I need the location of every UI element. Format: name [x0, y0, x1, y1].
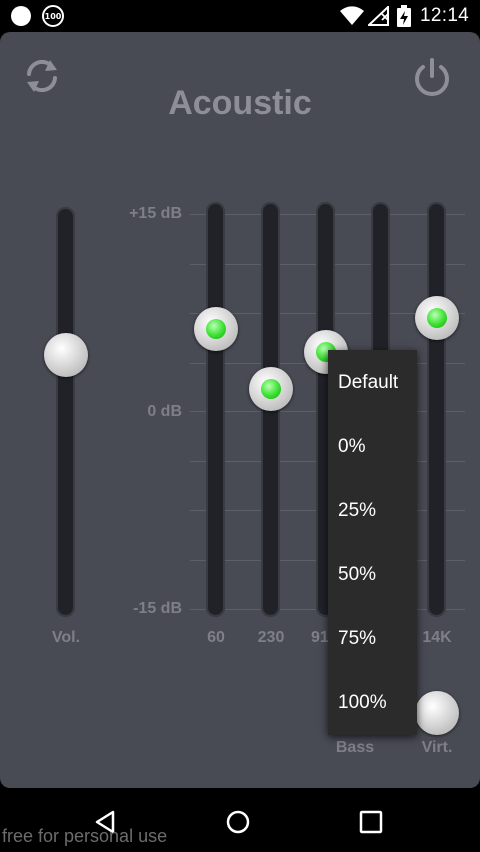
db-label-top: +15 dB	[129, 205, 182, 222]
wifi-icon	[340, 6, 364, 26]
band-60-label: 60	[207, 629, 225, 646]
preset-title[interactable]: Acoustic	[0, 84, 480, 123]
led-indicator-icon	[206, 319, 226, 339]
menu-item-default[interactable]: Default	[338, 372, 398, 394]
db-label-bottom: -15 dB	[133, 600, 182, 617]
home-icon[interactable]	[226, 810, 250, 834]
status-clock: 12:14	[420, 5, 470, 26]
battery-charging-icon	[397, 5, 411, 27]
virtualizer-label: Virt.	[421, 739, 453, 756]
notification-dot-icon	[11, 6, 31, 26]
menu-item-25-percent[interactable]: 25%	[338, 500, 376, 522]
band-14k-slider-knob[interactable]	[415, 296, 459, 340]
bass-label: Bass	[335, 739, 375, 756]
led-indicator-icon	[427, 308, 447, 328]
band-60-slider-knob[interactable]	[194, 307, 238, 351]
status-bar: 100 12:14	[0, 0, 480, 32]
band-14k-slider-track[interactable]	[427, 202, 446, 617]
menu-item-0-percent[interactable]: 0%	[338, 436, 365, 458]
volume-slider-track[interactable]	[56, 207, 75, 617]
virtualizer-knob[interactable]	[415, 691, 459, 735]
band-60-slider-track[interactable]	[206, 202, 225, 617]
recents-icon[interactable]	[359, 810, 383, 834]
bass-level-dropdown-menu: Default 0% 25% 50% 75% 100%	[328, 350, 417, 735]
led-indicator-icon	[261, 379, 281, 399]
volume-slider-knob[interactable]	[44, 333, 88, 377]
watermark-text: free for personal use	[2, 826, 168, 846]
band-230-slider-knob[interactable]	[249, 367, 293, 411]
volume-label: Vol.	[51, 629, 81, 646]
cell-signal-icon	[368, 6, 389, 26]
menu-item-75-percent[interactable]: 75%	[338, 628, 376, 650]
db-label-mid: 0 dB	[147, 403, 182, 420]
notification-badge-icon: 100	[42, 5, 64, 27]
menu-item-50-percent[interactable]: 50%	[338, 564, 376, 586]
menu-item-100-percent[interactable]: 100%	[338, 692, 387, 714]
